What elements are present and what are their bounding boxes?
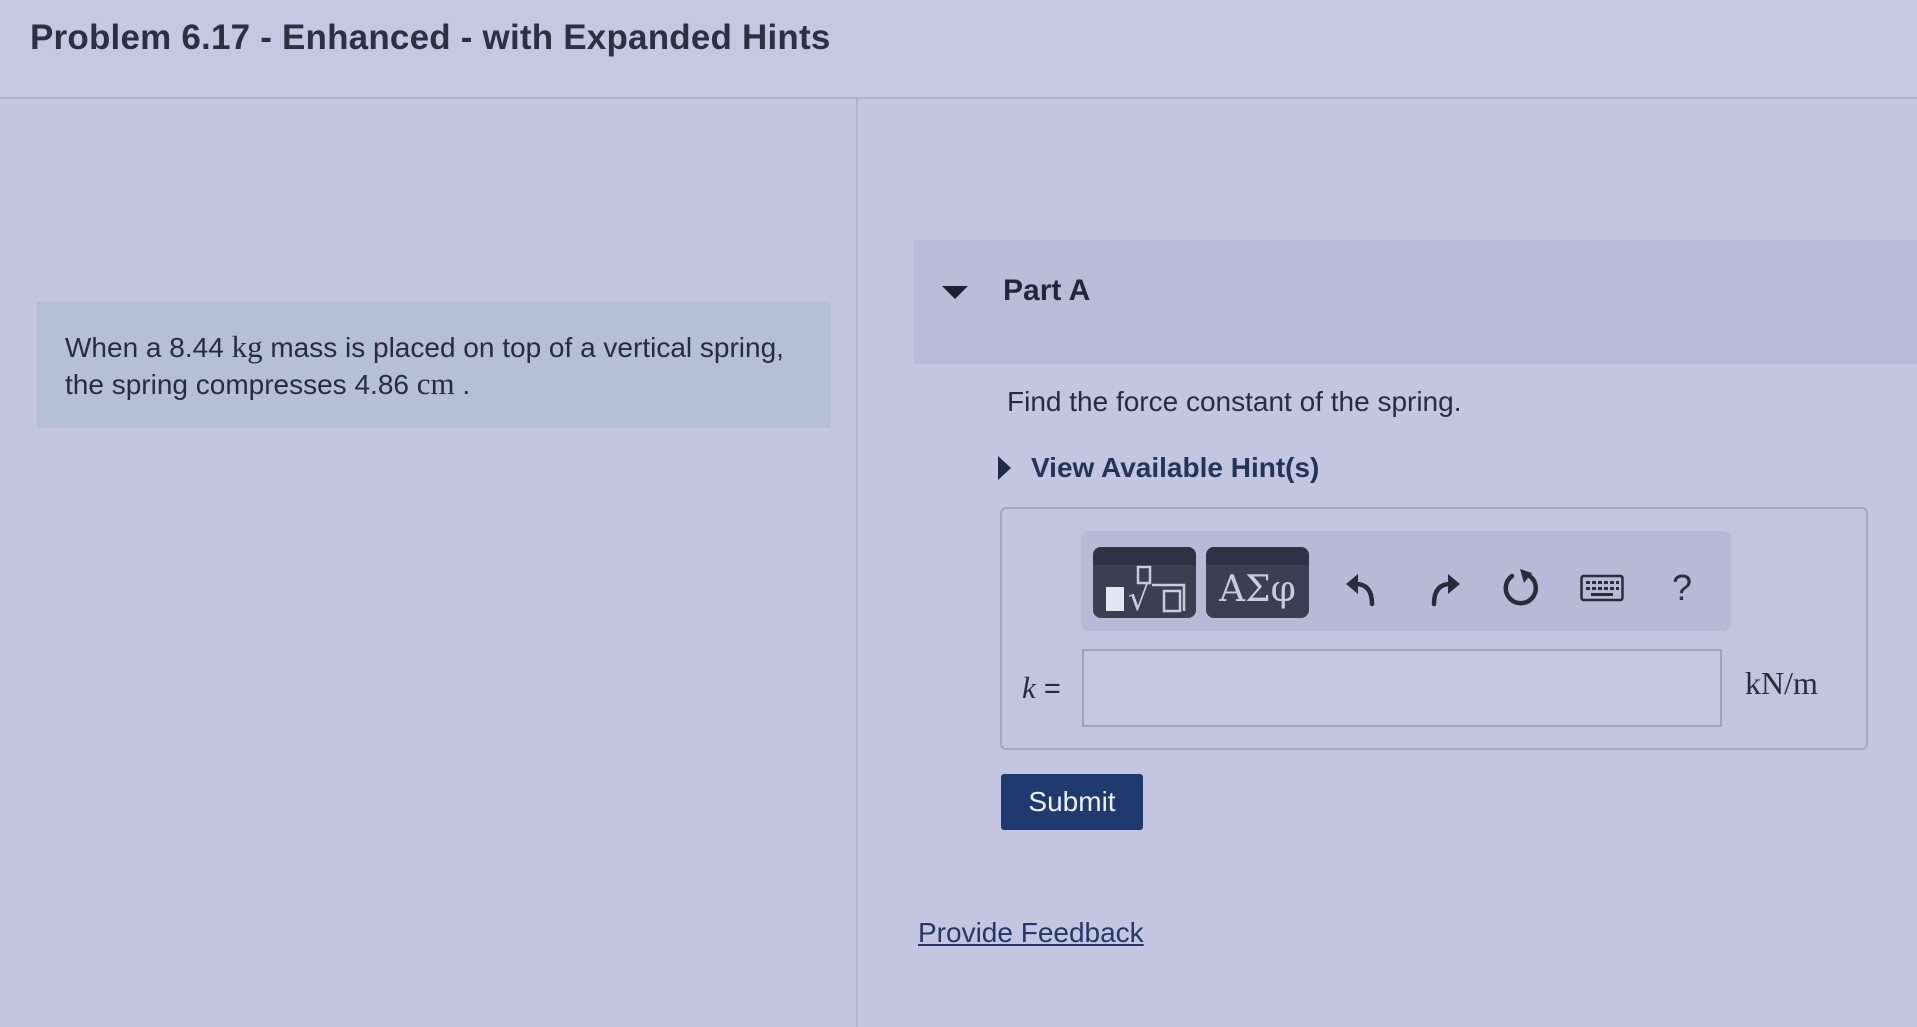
keyboard-icon bbox=[1580, 574, 1624, 602]
submit-button[interactable]: Submit bbox=[1001, 774, 1143, 830]
reset-icon bbox=[1503, 569, 1539, 606]
problem-text-4: . bbox=[454, 369, 471, 400]
undo-icon bbox=[1346, 574, 1375, 607]
redo-icon bbox=[1431, 574, 1460, 607]
page-title: Problem 6.17 - Enhanced - with Expanded … bbox=[30, 18, 831, 57]
hint-label: View Available Hint(s) bbox=[1031, 452, 1320, 483]
greek-label: ΑΣφ bbox=[1219, 569, 1296, 610]
provide-feedback-link[interactable]: Provide Feedback bbox=[918, 917, 1144, 949]
length-unit: cm bbox=[416, 366, 455, 401]
view-hints-toggle[interactable]: View Available Hint(s) bbox=[998, 450, 1319, 486]
keyboard-button[interactable] bbox=[1580, 566, 1624, 610]
variable-symbol: k bbox=[1022, 670, 1036, 705]
answer-variable-label: k = bbox=[1022, 670, 1061, 706]
caret-down-icon[interactable] bbox=[942, 286, 968, 299]
undo-button[interactable] bbox=[1340, 566, 1384, 610]
greek-symbols-button[interactable]: ΑΣφ bbox=[1206, 547, 1309, 618]
problem-text-2: mass is placed on top of a vertical spri… bbox=[262, 332, 784, 363]
answer-input[interactable] bbox=[1082, 649, 1722, 727]
templates-button[interactable]: √ bbox=[1093, 547, 1196, 618]
question-text: Find the force constant of the spring. bbox=[1007, 386, 1462, 417]
problem-statement: When a 8.44 kg mass is placed on top of … bbox=[37, 301, 831, 428]
part-title[interactable]: Part A bbox=[1003, 274, 1090, 308]
page-header: Problem 6.17 - Enhanced - with Expanded … bbox=[0, 0, 1917, 99]
help-button[interactable]: ? bbox=[1660, 566, 1704, 610]
equals-sign: = bbox=[1035, 673, 1061, 705]
column-divider bbox=[856, 99, 858, 1027]
mass-unit: kg bbox=[231, 329, 263, 364]
redo-button[interactable] bbox=[1422, 566, 1466, 610]
problem-text-3: the spring compresses 4.86 bbox=[65, 369, 417, 400]
svg-text:√: √ bbox=[1128, 579, 1150, 615]
templates-icon: √ bbox=[1105, 565, 1185, 615]
reset-button[interactable] bbox=[1499, 566, 1543, 610]
answer-unit: kN/m bbox=[1745, 665, 1818, 701]
caret-right-icon bbox=[998, 456, 1011, 480]
problem-text-1: When a 8.44 bbox=[65, 332, 232, 363]
